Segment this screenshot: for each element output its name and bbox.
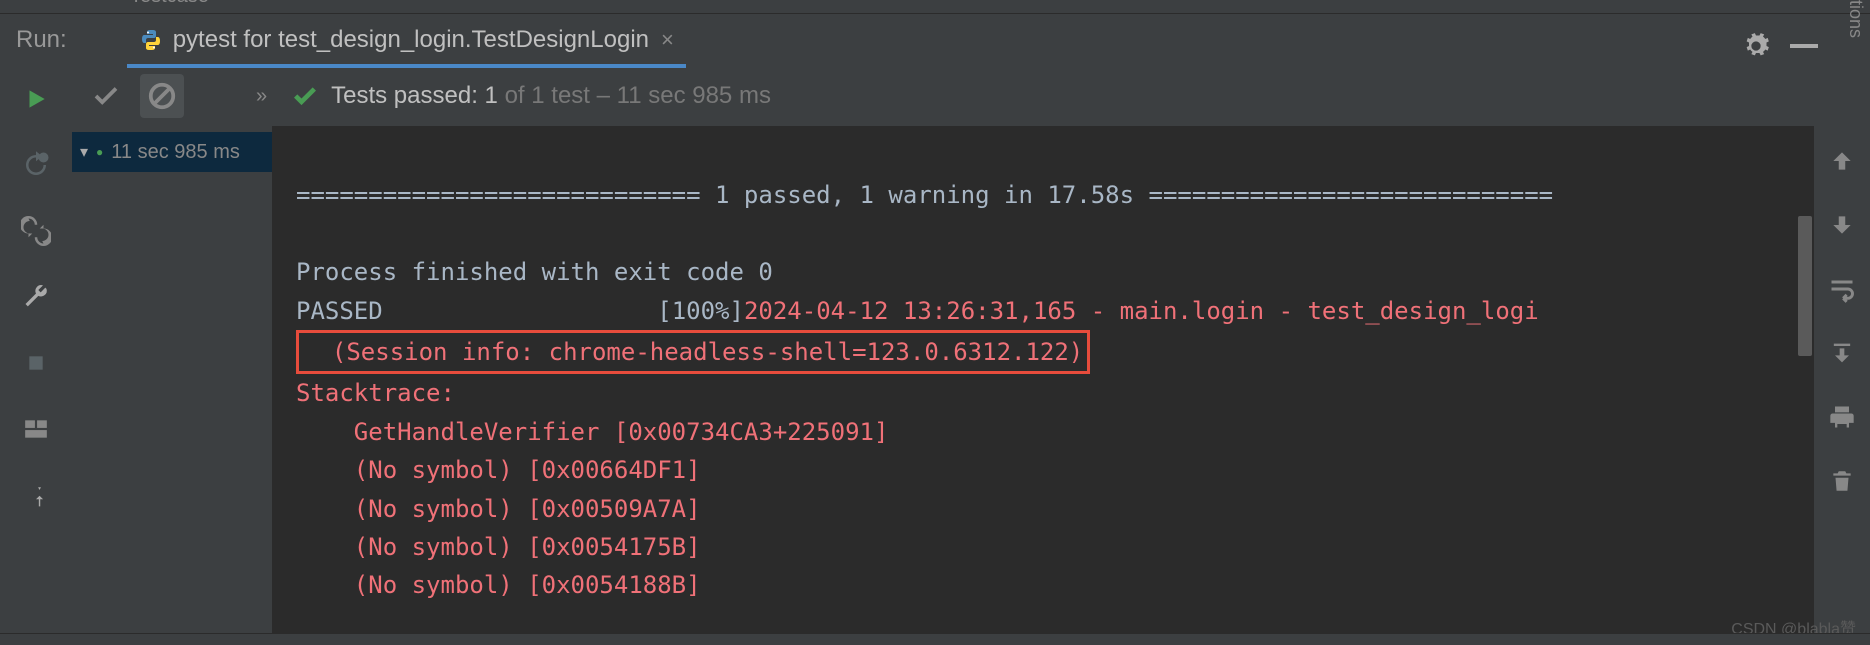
test-toolbar: » Tests passed: 1 of 1 test – 11 sec 985… [72,66,1814,126]
session-info-highlight: (Session info: chrome-headless-shell=123… [296,330,1090,374]
close-icon[interactable]: × [661,27,674,53]
console-line: (No symbol) [0x00509A7A] [296,495,701,523]
show-ignored-button[interactable] [140,74,184,118]
run-button[interactable] [21,84,51,114]
minimize-icon[interactable] [1790,44,1818,48]
console-line: Process finished with exit code 0 [296,258,773,286]
rerun-failed-button[interactable] [21,150,51,180]
run-config-tab[interactable]: pytest for test_design_login.TestDesignL… [127,14,686,66]
console-output[interactable]: ============================ 1 passed, 1… [272,126,1814,645]
scrollbar-thumb[interactable] [1798,216,1812,356]
show-passed-button[interactable] [84,74,128,118]
wrench-icon[interactable] [21,282,51,312]
check-green-icon [291,82,319,110]
console-line: GetHandleVerifier [0x00734CA3+225091] [296,418,888,446]
console-line: (No symbol) [0x0054175B] [296,533,701,561]
run-panel-label: Run: [16,26,67,54]
console-line: (No symbol) [0x0054188B] [296,571,701,599]
tab-active-underline [127,64,686,68]
expand-toggle[interactable]: » [256,85,267,108]
stop-button[interactable] [21,348,51,378]
console-line: Stacktrace: [296,379,455,407]
test-summary: Tests passed: 1 of 1 test – 11 sec 985 m… [331,82,771,110]
scroll-up-icon[interactable] [1827,146,1857,176]
scroll-to-end-icon[interactable] [1827,338,1857,368]
right-action-gutter [1814,66,1870,645]
test-tree: ▾ ● 11 sec 985 ms [72,126,272,645]
status-bar [0,633,1870,645]
pass-dot-icon: ● [96,145,103,159]
console-line: (No symbol) [0x00664DF1] [296,456,701,484]
print-icon[interactable] [1827,402,1857,432]
console-line: ============================ 1 passed, 1… [296,181,1553,209]
console-line: PASSED [100%]2024-04-12 13:26:31,165 - m… [296,297,1539,325]
layout-icon[interactable] [21,414,51,444]
gear-icon[interactable] [1742,32,1770,60]
scroll-down-icon[interactable] [1827,210,1857,240]
soft-wrap-icon[interactable] [1827,274,1857,304]
test-root-time: 11 sec 985 ms [111,141,240,164]
left-action-gutter [0,66,72,645]
right-panel-text: tions [1845,0,1866,38]
truncated-file-label: Testcase [130,0,209,8]
test-root-item[interactable]: ▾ ● 11 sec 985 ms [72,132,272,172]
pin-icon[interactable] [21,480,51,510]
toggle-auto-test-button[interactable] [21,216,51,246]
tab-label: pytest for test_design_login.TestDesignL… [173,26,649,54]
run-tab-row: Run: pytest for test_design_login.TestDe… [0,14,1870,66]
trash-icon[interactable] [1827,466,1857,496]
chevron-down-icon: ▾ [80,142,88,162]
python-icon [139,28,163,52]
